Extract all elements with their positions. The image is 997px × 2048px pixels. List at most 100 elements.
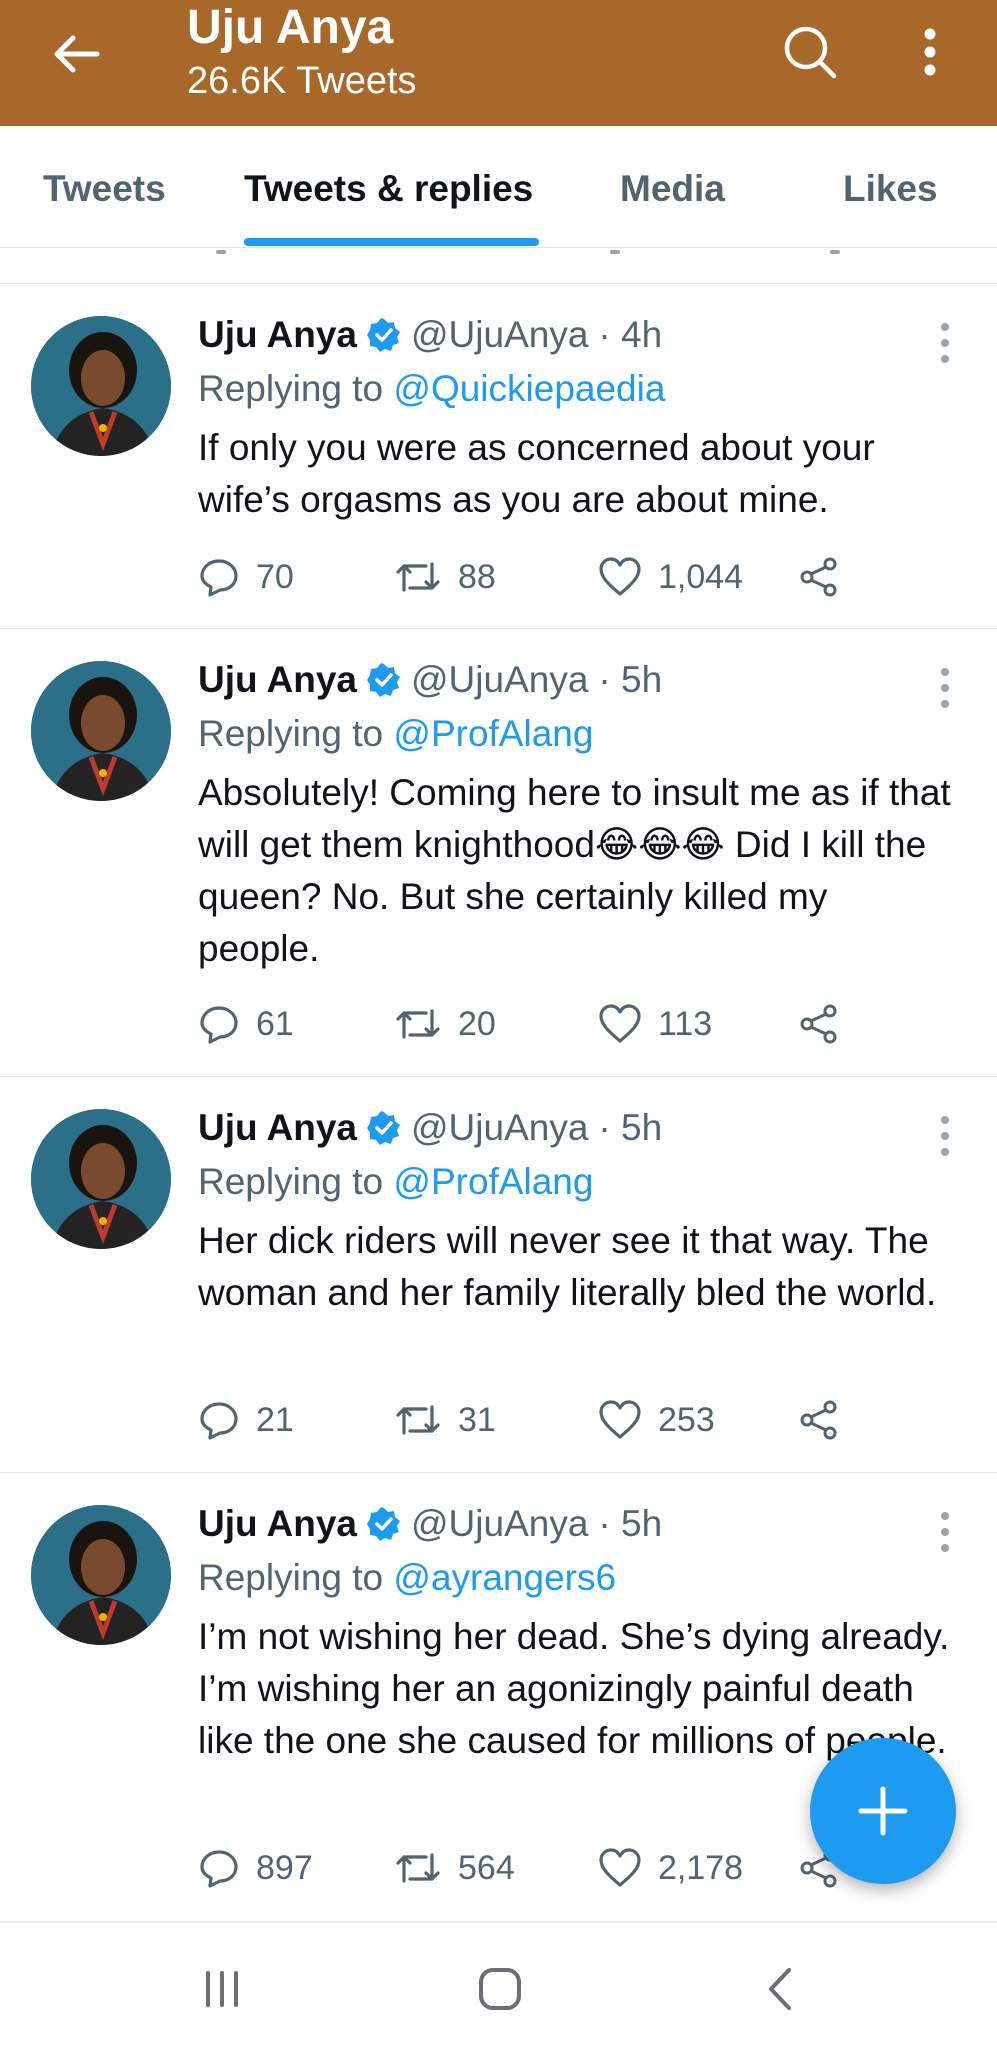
tweet-time: · 5h — [598, 659, 663, 700]
tweet-text: Her dick riders will never see it that w… — [198, 1220, 937, 1313]
tweet-author-line: Uju Anya @UjuAnya · 5h — [198, 1501, 662, 1547]
retweet-count: 564 — [458, 1848, 515, 1887]
tab-media[interactable]: Media — [620, 166, 725, 212]
share-icon — [800, 1004, 837, 1044]
search-icon — [784, 26, 837, 79]
tweet-menu-button[interactable] — [930, 318, 960, 368]
author-handle[interactable]: @UjuAnya — [411, 312, 588, 358]
author-handle[interactable]: @UjuAnya — [411, 1105, 588, 1151]
like-count: 253 — [658, 1400, 715, 1439]
avatar-image — [31, 316, 171, 456]
active-tab-indicator — [244, 238, 539, 246]
author-name[interactable]: Uju Anya — [198, 1501, 357, 1547]
author-name[interactable]: Uju Anya — [198, 657, 357, 703]
replying-to-line: Replying to @ProfAlang — [198, 711, 593, 757]
tweet-author-line: Uju Anya @UjuAnya · 5h — [198, 1105, 662, 1151]
tab-tweets[interactable]: Tweets — [43, 166, 166, 212]
share-icon — [800, 1400, 837, 1440]
reply-icon — [200, 1006, 238, 1044]
more-vertical-icon — [924, 28, 936, 76]
tweet-actions: 61 20 113 — [198, 999, 958, 1049]
nav-back-button[interactable] — [750, 1959, 810, 2019]
tweet[interactable]: Uju Anya @UjuAnya · 5h Replying to @Prof… — [0, 1077, 997, 1473]
retweet-button[interactable]: 31 — [394, 1395, 496, 1445]
replying-to-mention[interactable]: @Quickiepaedia — [393, 368, 665, 409]
reply-icon — [200, 1402, 238, 1440]
retweet-button[interactable]: 20 — [394, 999, 496, 1049]
share-button[interactable] — [798, 999, 840, 1049]
compose-tweet-button[interactable] — [810, 1738, 956, 1884]
reply-icon — [200, 559, 238, 597]
retweet-count: 20 — [458, 1004, 496, 1043]
author-handle[interactable]: @UjuAnya — [411, 1501, 588, 1547]
nav-back-icon — [769, 1968, 791, 2010]
reply-count: 21 — [256, 1400, 294, 1439]
reply-button[interactable]: 21 — [198, 1395, 294, 1445]
like-button[interactable]: 2,178 — [598, 1843, 743, 1893]
retweet-button[interactable]: 88 — [394, 552, 496, 602]
tweet-text: If only you were as concerned about your… — [198, 427, 875, 520]
back-button[interactable] — [44, 26, 108, 82]
retweet-count: 88 — [458, 557, 496, 596]
retweet-icon — [396, 1853, 440, 1883]
reply-button[interactable]: 70 — [198, 552, 294, 602]
avatar-image — [31, 661, 171, 801]
reply-button[interactable]: 897 — [198, 1843, 313, 1893]
recents-button[interactable] — [192, 1959, 252, 2019]
share-button[interactable] — [798, 1395, 840, 1445]
reply-icon — [200, 1850, 238, 1888]
tweet[interactable]: Uju Anya @UjuAnya · 5h Replying to @Prof… — [0, 629, 997, 1077]
like-button[interactable]: 1,044 — [598, 552, 743, 602]
author-handle[interactable]: @UjuAnya — [411, 657, 588, 703]
reply-button[interactable]: 61 — [198, 999, 294, 1049]
like-count: 113 — [658, 1004, 713, 1043]
system-navigation-bar — [0, 1922, 997, 2048]
replying-to-line: Replying to @ProfAlang — [198, 1159, 593, 1205]
heart-icon — [599, 1848, 641, 1887]
tweet-menu-button[interactable] — [930, 663, 960, 713]
avatar[interactable] — [31, 661, 171, 801]
replying-prefix: Replying to — [198, 368, 384, 409]
author-name[interactable]: Uju Anya — [198, 312, 357, 358]
reply-count: 897 — [256, 1848, 313, 1887]
like-button[interactable]: 253 — [598, 1395, 715, 1445]
tweet-text: I’m not wishing her dead. She’s dying al… — [198, 1616, 950, 1761]
tab-tweets-and-replies[interactable]: Tweets & replies — [244, 166, 533, 212]
profile-header: Uju Anya 26.6K Tweets — [0, 0, 997, 126]
replying-to-mention[interactable]: @ProfAlang — [393, 713, 593, 754]
retweet-icon — [396, 1009, 440, 1039]
avatar-image — [31, 1505, 171, 1645]
share-button[interactable] — [798, 552, 840, 602]
plus-icon — [858, 1786, 908, 1836]
tweet-menu-button[interactable] — [930, 1507, 960, 1557]
tweet-time: · 4h — [598, 314, 663, 355]
recents-icon — [206, 1971, 238, 2007]
avatar-image — [31, 1109, 171, 1249]
replying-to-mention[interactable]: @ayrangers6 — [393, 1557, 616, 1598]
tweet-menu-button[interactable] — [930, 1111, 960, 1161]
verified-badge-icon — [366, 1507, 400, 1541]
retweet-count: 31 — [458, 1400, 496, 1439]
profile-tabs: Tweets Tweets & replies Media Likes — [0, 126, 997, 248]
heart-icon — [599, 1004, 641, 1043]
like-button[interactable]: 113 — [598, 999, 712, 1049]
retweet-button[interactable]: 564 — [394, 1843, 515, 1893]
avatar[interactable] — [31, 1505, 171, 1645]
share-icon — [800, 557, 837, 597]
tweet-time: · 5h — [598, 1107, 663, 1148]
search-button[interactable] — [780, 20, 840, 84]
avatar[interactable] — [31, 1109, 171, 1249]
home-button[interactable] — [470, 1959, 530, 2019]
author-name[interactable]: Uju Anya — [198, 1105, 357, 1151]
heart-icon — [599, 557, 641, 596]
tweet[interactable]: Uju Anya @UjuAnya · 4h Replying to @Quic… — [0, 284, 997, 629]
tab-likes[interactable]: Likes — [843, 166, 938, 212]
profile-name: Uju Anya — [187, 1, 394, 54]
arrow-left-icon — [54, 35, 100, 73]
heart-icon — [599, 1400, 641, 1439]
more-options-button[interactable] — [905, 20, 955, 84]
avatar[interactable] — [31, 316, 171, 456]
verified-badge-icon — [366, 1111, 400, 1145]
replying-to-mention[interactable]: @ProfAlang — [393, 1161, 593, 1202]
replying-to-line: Replying to @Quickiepaedia — [198, 366, 665, 412]
